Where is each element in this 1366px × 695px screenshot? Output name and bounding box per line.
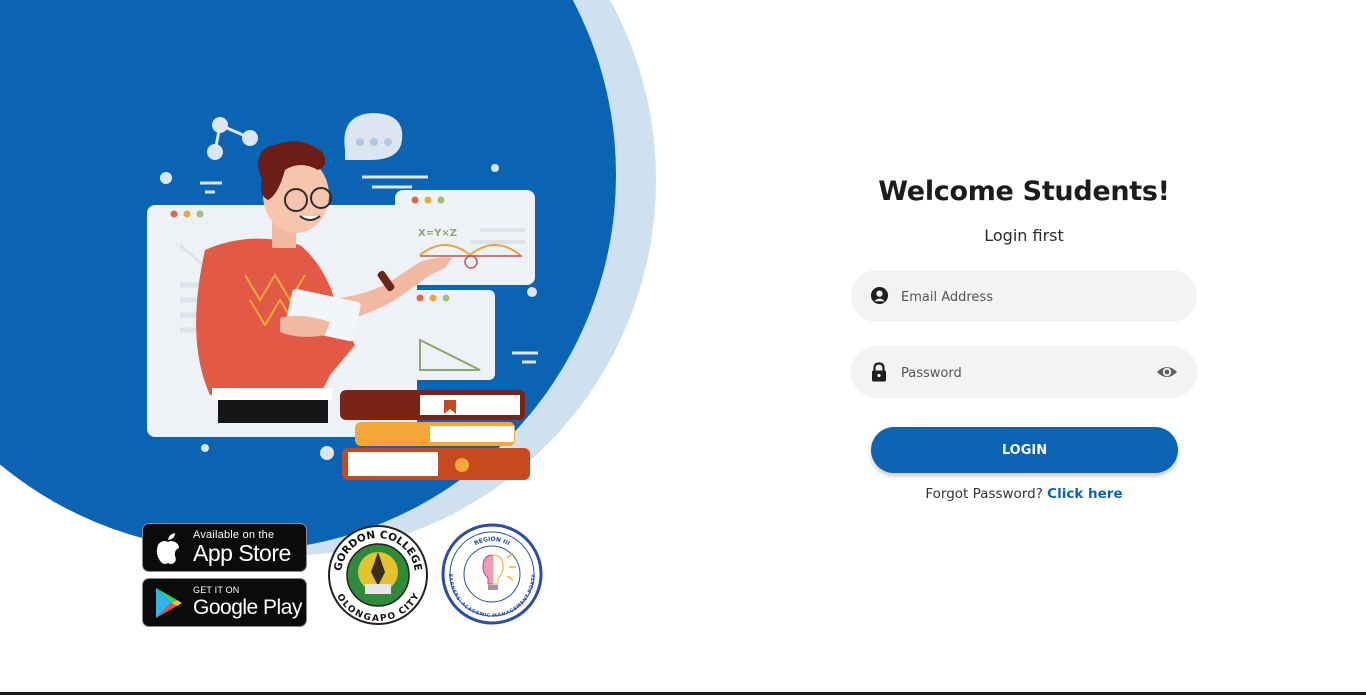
email-input[interactable] — [899, 270, 1153, 324]
apple-logo-icon — [156, 533, 179, 564]
email-field — [851, 270, 1197, 324]
forgot-password-link[interactable]: Click here — [1047, 486, 1122, 502]
svg-text:X=Y×Z: X=Y×Z — [418, 228, 457, 239]
forgot-password-row: Forgot Password? Click here — [851, 486, 1197, 502]
login-subtitle: Login first — [984, 226, 1064, 245]
google-play-small-text: GET IT ON — [193, 585, 240, 595]
login-panel: Welcome Students! Login first LOGIN Forg… — [851, 0, 1197, 695]
google-play-big-text: Google Play — [193, 596, 302, 619]
google-play-logo-icon — [156, 588, 182, 618]
password-field — [851, 346, 1197, 400]
google-play-badge[interactable]: GET IT ON Google Play — [142, 578, 307, 627]
login-button[interactable]: LOGIN — [871, 427, 1178, 473]
forgot-password-text: Forgot Password? — [925, 486, 1043, 502]
user-circle-icon — [870, 286, 889, 305]
app-store-big-text: App Store — [193, 540, 291, 566]
hero-illustration: X=Y×Z Available on the App Store GET IT … — [0, 0, 700, 695]
page-title: Welcome Students! — [878, 176, 1170, 207]
eye-icon[interactable] — [1156, 362, 1178, 382]
lamp-portal-seal: REGION III LEARNERS' ACADEMIC MANAGEMENT… — [441, 523, 543, 625]
lock-icon — [872, 362, 886, 382]
app-store-badge[interactable]: Available on the App Store — [142, 523, 307, 572]
password-input[interactable] — [899, 346, 1153, 400]
gordon-college-seal: GORDON COLLEGE OLONGAPO CITY — [328, 525, 428, 625]
